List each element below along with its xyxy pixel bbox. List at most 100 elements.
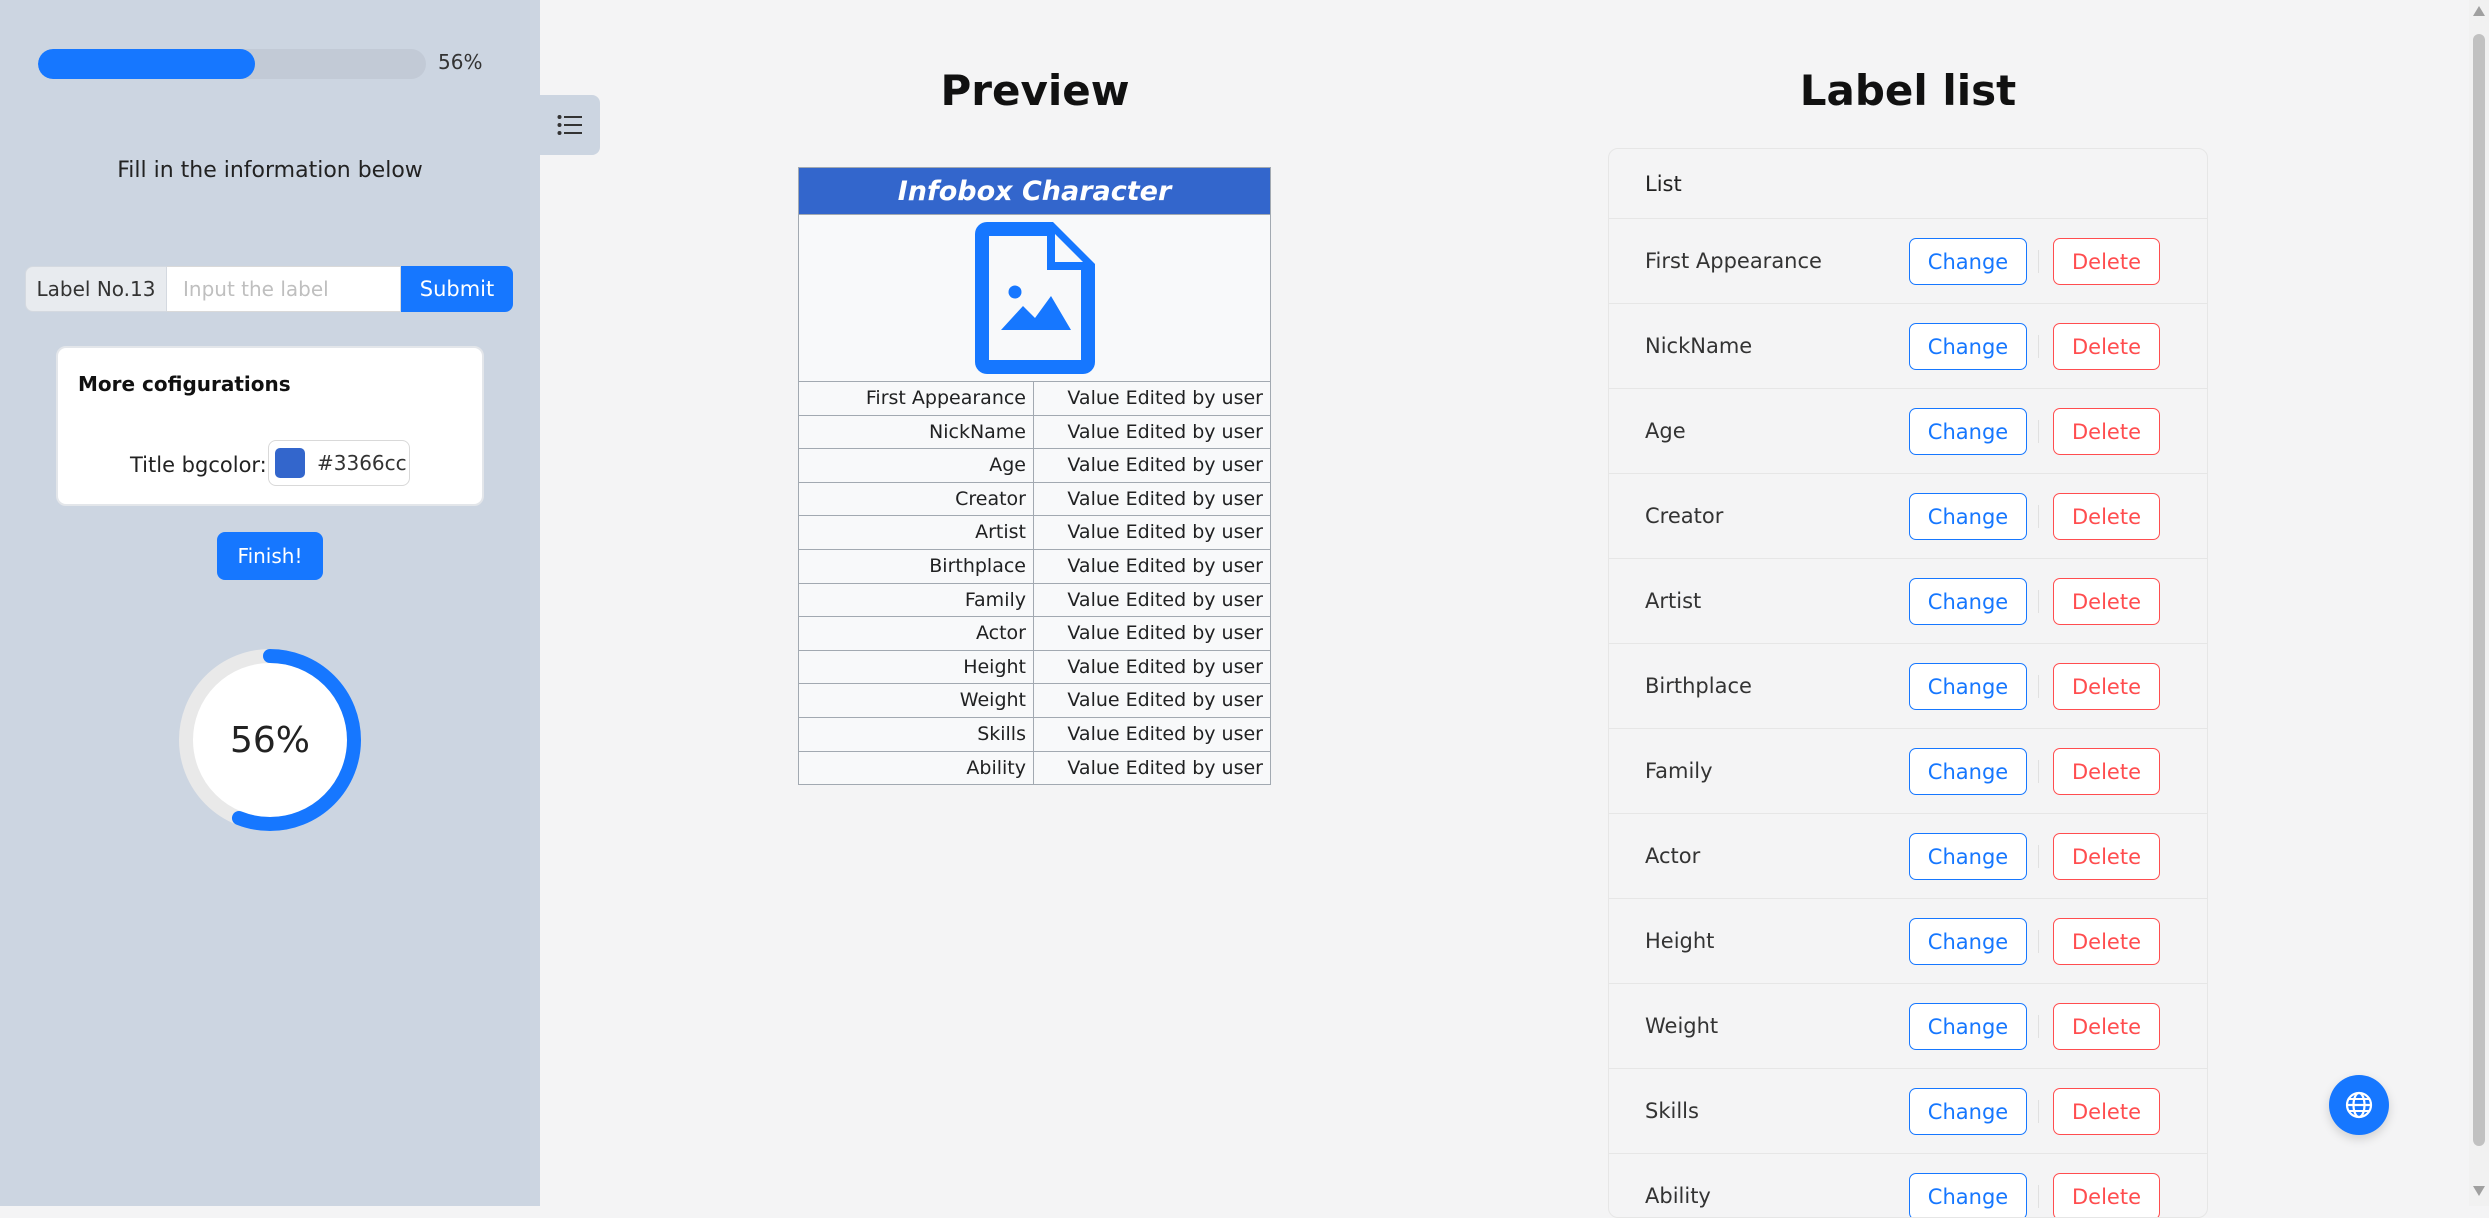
- change-button[interactable]: Change: [1909, 323, 2027, 370]
- infobox-row-label: First Appearance: [799, 382, 1034, 415]
- label-list-row: Actor Change Delete: [1609, 814, 2207, 899]
- scroll-thumb[interactable]: [2473, 34, 2485, 1146]
- infobox-row: Artist Value Edited by user: [799, 515, 1270, 549]
- label-list-row: Height Change Delete: [1609, 899, 2207, 984]
- preview-heading: Preview: [940, 66, 1130, 115]
- infobox-row: Weight Value Edited by user: [799, 683, 1270, 717]
- label-input[interactable]: [167, 266, 401, 312]
- row-divider: [2038, 675, 2039, 698]
- infobox-row-label: Creator: [799, 482, 1034, 516]
- change-button[interactable]: Change: [1909, 833, 2027, 880]
- label-list-row: Skills Change Delete: [1609, 1069, 2207, 1154]
- infobox-row-value: Value Edited by user: [1067, 387, 1263, 409]
- infobox-row-label: Height: [799, 650, 1034, 684]
- infobox-row-value: Value Edited by user: [1067, 454, 1263, 477]
- infobox-row-label: Family: [799, 583, 1034, 617]
- row-divider: [2038, 845, 2039, 868]
- change-button[interactable]: Change: [1909, 1173, 2027, 1217]
- sidebar: 56% Fill in the information below Label …: [0, 0, 540, 1206]
- label-list-row-label: Ability: [1645, 1184, 1711, 1208]
- instruction-text: Fill in the information below: [117, 158, 423, 183]
- config-title: More cofigurations: [78, 372, 291, 396]
- infobox-row-label: Ability: [799, 751, 1034, 785]
- infobox-image: [799, 214, 1270, 381]
- progress-bar: [38, 49, 426, 79]
- row-divider: [2038, 335, 2039, 358]
- scroll-down-arrow[interactable]: [2473, 1186, 2485, 1196]
- infobox: Infobox Character First Appearance Value …: [798, 167, 1271, 786]
- change-button[interactable]: Change: [1909, 663, 2027, 710]
- label-list-row: Age Change Delete: [1609, 389, 2207, 474]
- delete-button[interactable]: Delete: [2053, 1088, 2160, 1135]
- infobox-rows: First Appearance Value Edited by user Nick…: [799, 381, 1270, 785]
- change-button[interactable]: Change: [1909, 493, 2027, 540]
- infobox-row-value: Value Edited by user: [1067, 722, 1263, 745]
- change-button[interactable]: Change: [1909, 578, 2027, 625]
- change-button[interactable]: Change: [1909, 408, 2027, 455]
- color-hex-text: #3366cc: [317, 451, 407, 475]
- row-divider: [2038, 760, 2039, 783]
- label-list-row-label: Creator: [1645, 504, 1724, 528]
- change-button[interactable]: Change: [1909, 748, 2027, 795]
- delete-button[interactable]: Delete: [2053, 408, 2160, 455]
- change-button[interactable]: Change: [1909, 1088, 2027, 1135]
- label-list-row: Artist Change Delete: [1609, 559, 2207, 644]
- language-float-button[interactable]: [2329, 1075, 2389, 1135]
- label-list-row-label: First Appearance: [1645, 249, 1822, 273]
- infobox-row-value: Value Edited by user: [1067, 756, 1263, 779]
- change-button[interactable]: Change: [1909, 238, 2027, 285]
- infobox-row-label: Skills: [799, 717, 1034, 751]
- infobox-title: Infobox Character: [799, 168, 1270, 214]
- label-list-rows: First Appearance Change Delete NickName Chan…: [1609, 219, 2207, 1217]
- delete-button[interactable]: Delete: [2053, 918, 2160, 965]
- delete-button[interactable]: Delete: [2053, 1173, 2160, 1217]
- row-divider: [2038, 420, 2039, 443]
- label-list-header: List: [1609, 149, 2207, 219]
- infobox-row-value: Value Edited by user: [1067, 655, 1263, 678]
- label-list-row-label: Actor: [1645, 844, 1701, 868]
- progress-percent-text: 56%: [438, 50, 483, 74]
- title-bgcolor-label: Title bgcolor:: [130, 453, 267, 477]
- sidebar-toggle-button[interactable]: [540, 95, 600, 155]
- delete-button[interactable]: Delete: [2053, 748, 2160, 795]
- label-list-row: First Appearance Change Delete: [1609, 219, 2207, 304]
- delete-button[interactable]: Delete: [2053, 238, 2160, 285]
- delete-button[interactable]: Delete: [2053, 578, 2160, 625]
- list-icon: [557, 115, 582, 135]
- delete-button[interactable]: Delete: [2053, 833, 2160, 880]
- delete-button[interactable]: Delete: [2053, 493, 2160, 540]
- change-button[interactable]: Change: [1909, 918, 2027, 965]
- label-list-row: Family Change Delete: [1609, 729, 2207, 814]
- page-scrollbar[interactable]: [2469, 0, 2489, 1206]
- delete-button[interactable]: Delete: [2053, 1003, 2160, 1050]
- infobox-row: NickName Value Edited by user: [799, 414, 1270, 449]
- color-swatch: [275, 448, 305, 478]
- row-divider: [2038, 590, 2039, 613]
- label-list-row-label: Family: [1645, 759, 1713, 783]
- infobox-row-value: Value Edited by user: [1067, 521, 1263, 544]
- globe-icon: [2345, 1091, 2373, 1119]
- label-list-heading: Label list: [1799, 66, 2017, 115]
- infobox-row: Age Value Edited by user: [799, 448, 1270, 482]
- label-list-row: Weight Change Delete: [1609, 984, 2207, 1069]
- infobox-row: Creator Value Edited by user: [799, 481, 1270, 516]
- label-list-row-label: Weight: [1645, 1014, 1719, 1038]
- infobox-row-label: NickName: [799, 415, 1034, 449]
- infobox-row-label: Birthplace: [799, 549, 1034, 583]
- change-button[interactable]: Change: [1909, 1003, 2027, 1050]
- finish-button[interactable]: Finish!: [217, 532, 323, 580]
- label-list: List First Appearance Change Delete NickNam…: [1608, 148, 2208, 1218]
- title-bgcolor-picker[interactable]: #3366cc: [268, 440, 410, 486]
- delete-button[interactable]: Delete: [2053, 663, 2160, 710]
- delete-button[interactable]: Delete: [2053, 323, 2160, 370]
- label-list-row: Birthplace Change Delete: [1609, 644, 2207, 729]
- infobox-row-label: Weight: [799, 684, 1034, 717]
- infobox-row: Ability Value Edited by user: [799, 750, 1270, 785]
- scroll-up-arrow[interactable]: [2473, 6, 2485, 16]
- label-number-addon: Label No.13: [25, 266, 167, 312]
- file-image-icon: [974, 222, 1095, 374]
- submit-button[interactable]: Submit: [401, 266, 513, 312]
- infobox-row-label: Actor: [799, 617, 1034, 650]
- infobox-row: Height Value Edited by user: [799, 649, 1270, 684]
- infobox-row-value: Value Edited by user: [1067, 420, 1263, 443]
